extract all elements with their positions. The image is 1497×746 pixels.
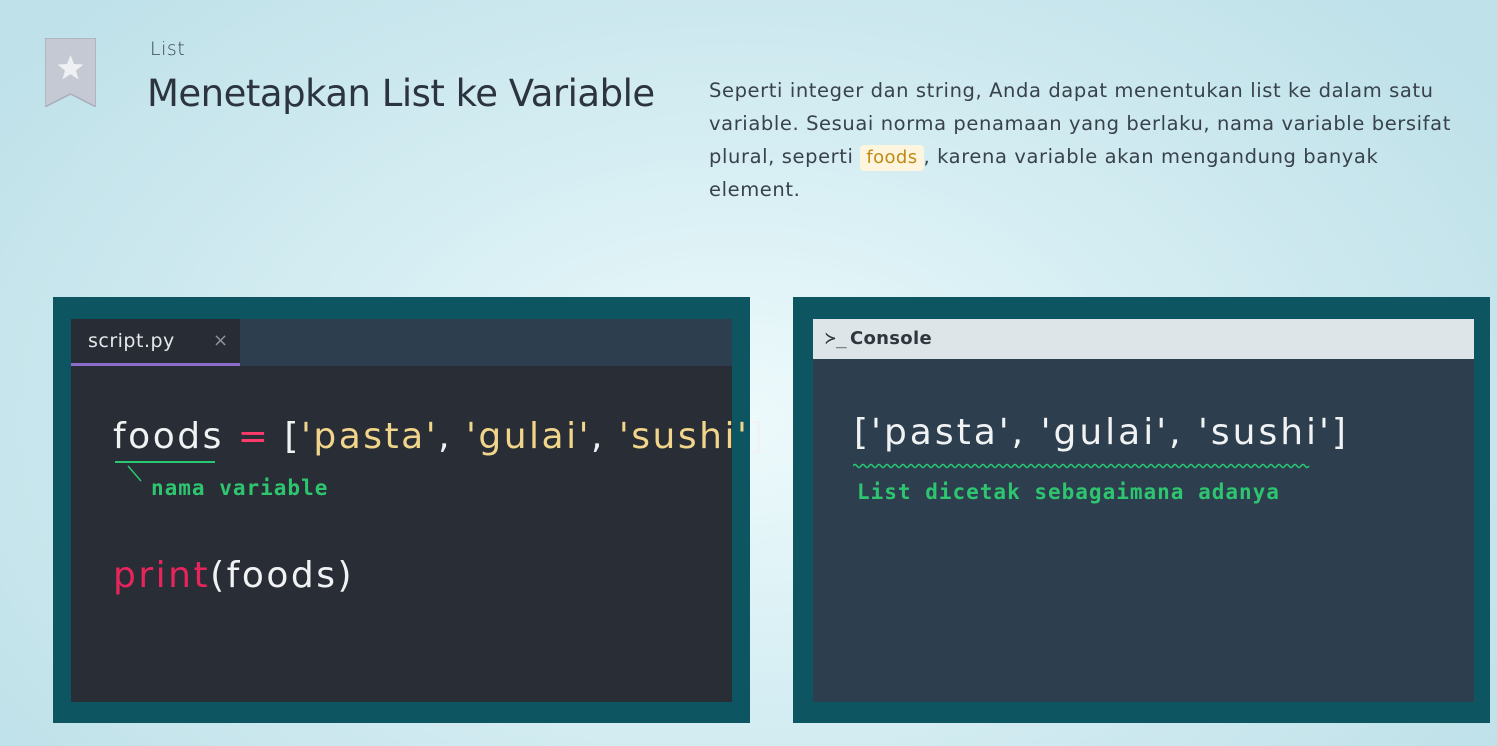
annotation-list-printed: List dicetak sebagaimana adanya [857,480,1280,504]
code-line-2: print(foods) [113,555,354,596]
editor-tab-bar: script.py × [71,319,732,366]
code-function-print: print [113,555,211,596]
bookmark-button[interactable] [45,38,96,107]
code-comma-1: , [438,416,466,457]
description-text: Seperti integer dan string, Anda dapat m… [709,74,1469,206]
code-variable-name: foods [113,416,224,457]
tab-script-py[interactable]: script.py × [71,319,240,366]
close-icon[interactable]: × [213,330,228,351]
console[interactable]: ≻_ Console ['pasta', 'gulai', 'sushi'] L… [813,319,1474,702]
annotation-pointer-icon [127,465,142,482]
console-panel: ≻_ Console ['pasta', 'gulai', 'sushi'] L… [793,297,1490,723]
code-string-gulai: 'gulai' [465,416,592,457]
wavy-underline [853,463,1310,469]
code-bracket-close: ] [749,416,766,457]
page-title: Menetapkan List ke Variable [147,72,655,115]
inline-code-foods: foods [860,145,924,171]
code-args: (foods) [210,555,355,596]
star-bookmark-icon [45,38,96,107]
variable-underline [115,461,215,463]
code-editor[interactable]: script.py × foods = ['pasta', 'gulai', '… [71,319,763,702]
code-line-1: foods = ['pasta', 'gulai', 'sushi'] [113,416,766,457]
section-label: List [150,38,186,60]
editor-panel: script.py × foods = ['pasta', 'gulai', '… [53,297,763,723]
code-string-sushi: 'sushi' [618,416,750,457]
annotation-variable-name: nama variable [151,476,329,500]
code-operator: = [223,416,285,457]
code-string-pasta: 'pasta' [300,416,439,457]
code-comma-2: , [591,416,619,457]
console-header: ≻_ Console [813,319,1474,359]
terminal-prompt-icon: ≻_ [825,328,847,349]
code-bracket-open: [ [284,416,301,457]
console-title: Console [850,328,932,349]
tab-label: script.py [88,330,175,352]
console-output: ['pasta', 'gulai', 'sushi'] [854,412,1349,453]
